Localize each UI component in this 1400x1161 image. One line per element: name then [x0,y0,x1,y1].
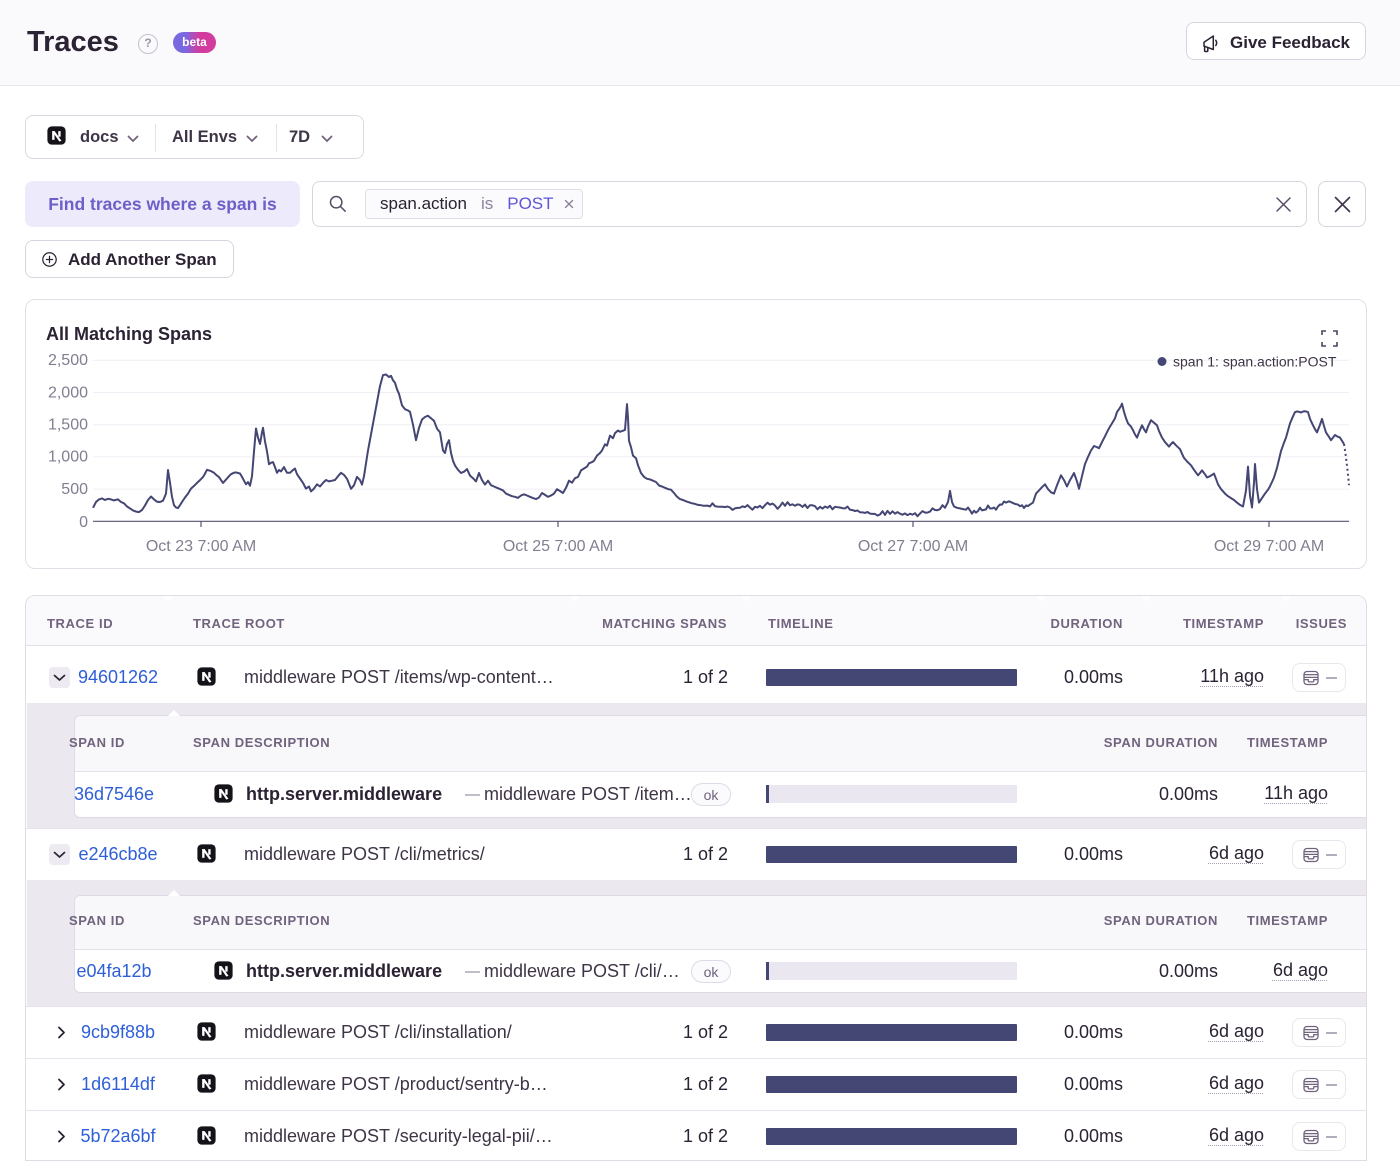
svg-text:1,000: 1,000 [48,449,88,466]
svg-text:Oct 23 7:00 AM: Oct 23 7:00 AM [146,538,256,555]
svg-text:Oct 29 7:00 AM: Oct 29 7:00 AM [1214,538,1324,555]
svg-text:2,500: 2,500 [48,352,88,369]
svg-text:Oct 25 7:00 AM: Oct 25 7:00 AM [503,538,613,555]
svg-text:Oct 27 7:00 AM: Oct 27 7:00 AM [858,538,968,555]
svg-text:500: 500 [61,481,88,498]
svg-text:0: 0 [79,514,88,531]
svg-text:2,000: 2,000 [48,384,88,401]
svg-text:span 1: span.action:POST: span 1: span.action:POST [1173,354,1337,370]
svg-text:1,500: 1,500 [48,417,88,434]
